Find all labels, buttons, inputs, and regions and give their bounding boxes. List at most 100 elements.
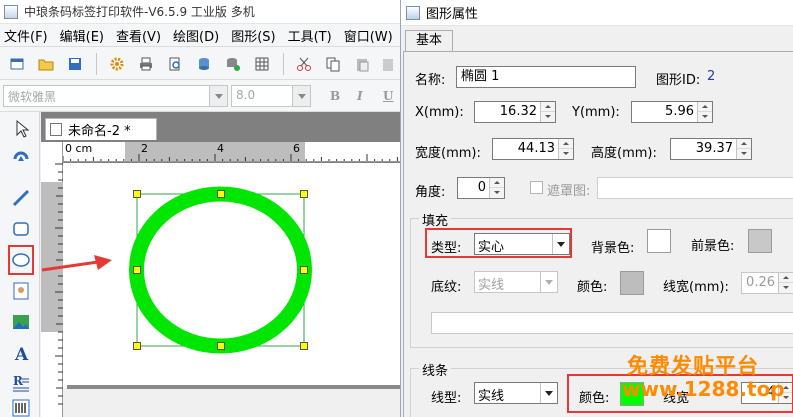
document-tab[interactable]: 未命名-2 *: [45, 118, 157, 140]
chevron-down-icon[interactable]: [209, 86, 227, 106]
image-tool-icon[interactable]: [10, 280, 32, 302]
rectangle-tool-icon[interactable]: [10, 218, 32, 240]
resize-handle-right[interactable]: [300, 266, 308, 274]
spin-up-icon[interactable]: [559, 139, 573, 149]
font-size-select[interactable]: 8.0: [231, 85, 311, 107]
cut-icon[interactable]: [296, 56, 312, 72]
name-input[interactable]: 椭圆 1: [456, 66, 636, 88]
spin-up-icon[interactable]: [490, 178, 504, 188]
menu-draw[interactable]: 绘图(D): [169, 26, 227, 45]
watermark-title: 免费发贴平台: [627, 354, 759, 378]
mask-checkbox[interactable]: [530, 181, 543, 194]
resize-handle-top-left[interactable]: [133, 190, 141, 198]
pattern-select[interactable]: 实线: [474, 271, 558, 293]
y-spinbox[interactable]: 5.96: [631, 101, 713, 123]
settings-gear-icon[interactable]: [109, 56, 125, 72]
window-title: 中琅条码标签打印软件-V6.5.9 工业版 多机: [24, 5, 255, 19]
database-icon[interactable]: [196, 56, 212, 72]
dialog-title-bar: 图形属性: [401, 0, 793, 26]
barcode-tool-icon[interactable]: [10, 397, 32, 417]
resize-handle-top-right[interactable]: [300, 190, 308, 198]
horizontal-scrollbar[interactable]: [67, 385, 400, 389]
open-folder-icon[interactable]: [38, 56, 54, 72]
line-tool-icon[interactable]: [10, 187, 32, 209]
fill-image-input[interactable]: [431, 312, 793, 334]
fill-linewidth-spinbox[interactable]: 0.26: [741, 272, 793, 294]
menu-edit[interactable]: 编辑(E): [56, 26, 112, 45]
rich-text-tool-icon[interactable]: R: [10, 371, 32, 393]
font-name-value: 微软雅黑: [8, 90, 57, 104]
background-color-swatch[interactable]: [647, 229, 671, 253]
menu-window[interactable]: 窗口(W): [340, 26, 400, 45]
ruler-tick-label: 4: [217, 142, 224, 155]
resize-handle-bottom-right[interactable]: [300, 342, 308, 350]
new-file-icon[interactable]: [9, 56, 25, 72]
ruler-tick-label: 2: [141, 142, 148, 155]
dialog-app-icon: [406, 5, 420, 20]
picture-tool-icon[interactable]: [10, 311, 32, 333]
ruler-unit-label: 0 cm: [65, 142, 93, 155]
spin-down-icon[interactable]: [779, 283, 793, 293]
underline-button[interactable]: U: [383, 89, 393, 103]
canvas-bottom-area: [63, 388, 400, 417]
mask-image-input[interactable]: [597, 177, 793, 199]
chevron-down-icon[interactable]: [292, 86, 310, 106]
menu-shape[interactable]: 图形(S): [227, 26, 283, 45]
name-label: 名称:: [415, 73, 446, 88]
height-spinbox[interactable]: 39.37: [670, 138, 752, 160]
watermark-url: www.1288.top: [622, 377, 785, 401]
x-value: 16.32: [499, 104, 537, 119]
x-spinbox[interactable]: 16.32: [474, 101, 556, 123]
copy-icon[interactable]: [325, 56, 341, 72]
spin-down-icon[interactable]: [559, 149, 573, 159]
spin-down-icon[interactable]: [698, 112, 712, 122]
italic-button[interactable]: I: [357, 89, 363, 103]
app-icon: [4, 4, 18, 19]
height-value: 39.37: [695, 141, 733, 156]
chevron-down-icon[interactable]: [540, 272, 557, 292]
database-settings-icon[interactable]: [225, 56, 241, 72]
tab-basic[interactable]: 基本: [405, 30, 453, 52]
menu-file[interactable]: 文件(F): [0, 26, 56, 45]
spin-up-icon[interactable]: [541, 102, 555, 112]
spin-up-icon[interactable]: [737, 139, 751, 149]
rotate-icon[interactable]: [10, 145, 32, 167]
ellipse-shape[interactable]: [129, 186, 312, 354]
grid-icon[interactable]: [254, 56, 270, 72]
dialog-title: 图形属性: [426, 7, 479, 22]
resize-handle-bottom-left[interactable]: [133, 342, 141, 350]
resize-handle-bottom[interactable]: [217, 342, 225, 350]
spin-up-icon[interactable]: [779, 273, 793, 283]
width-spinbox[interactable]: 44.13: [492, 138, 574, 160]
width-value: 44.13: [517, 141, 555, 156]
font-name-select[interactable]: 微软雅黑: [3, 85, 228, 107]
spin-up-icon[interactable]: [698, 102, 712, 112]
print-preview-icon[interactable]: [167, 56, 183, 72]
save-icon[interactable]: [67, 56, 83, 72]
select-pointer-icon[interactable]: [10, 118, 32, 140]
clipboard-icon[interactable]: [380, 56, 396, 72]
resize-handle-top[interactable]: [217, 190, 225, 198]
spin-down-icon[interactable]: [737, 149, 751, 159]
fill-color-swatch[interactable]: [620, 271, 644, 295]
foreground-color-swatch[interactable]: [748, 229, 772, 253]
resize-handle-left[interactable]: [133, 266, 141, 274]
text-tool-icon[interactable]: A: [10, 342, 32, 364]
mask-label: 遮罩图:: [547, 184, 591, 199]
ruler-ticks: [55, 163, 63, 405]
shape-id-value: 2: [707, 69, 716, 84]
spin-down-icon[interactable]: [490, 188, 504, 198]
drawing-toolbox: A R: [0, 112, 40, 417]
menu-view[interactable]: 查看(V): [112, 26, 169, 45]
line-type-select[interactable]: 实线: [474, 382, 558, 404]
foreground-color-label: 前景色:: [691, 239, 735, 254]
bold-button[interactable]: B: [330, 89, 340, 103]
spin-down-icon[interactable]: [541, 112, 555, 122]
paste-icon[interactable]: [354, 56, 370, 72]
angle-spinbox[interactable]: 0: [457, 177, 505, 199]
svg-text:R: R: [13, 374, 24, 388]
chevron-down-icon[interactable]: [540, 383, 557, 403]
main-toolbar: [0, 46, 400, 80]
menu-tools[interactable]: 工具(T): [284, 26, 340, 45]
print-icon[interactable]: [138, 56, 154, 72]
